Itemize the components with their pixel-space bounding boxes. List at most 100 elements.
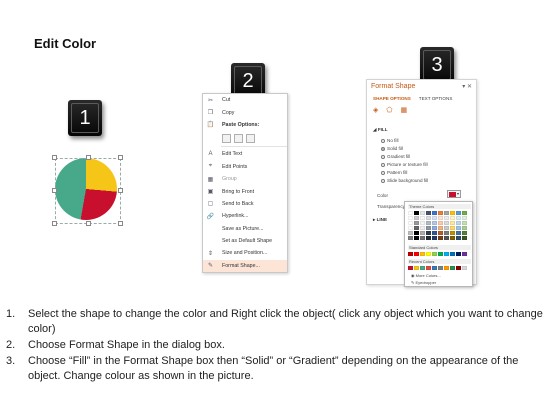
color-swatch[interactable] bbox=[408, 221, 413, 225]
fill-option-slide-background[interactable]: Slide background fill bbox=[381, 178, 428, 183]
color-swatch[interactable] bbox=[462, 226, 467, 230]
fill-option-no-fill[interactable]: No fill bbox=[381, 138, 399, 143]
tab-shape-options[interactable]: SHAPE OPTIONS bbox=[373, 96, 411, 101]
color-swatch[interactable] bbox=[462, 221, 467, 225]
color-swatch[interactable] bbox=[414, 252, 419, 256]
menu-item-bring-to-front[interactable]: ▣ Bring to Front bbox=[203, 185, 287, 197]
color-swatch[interactable] bbox=[444, 221, 449, 225]
eyedropper-option[interactable]: ✎ Eyedropper bbox=[411, 280, 436, 285]
color-swatch[interactable] bbox=[450, 221, 455, 225]
paste-picture-icon[interactable] bbox=[234, 133, 243, 143]
menu-item-cut[interactable]: ✂ Cut bbox=[203, 94, 287, 106]
menu-item-edit-text[interactable]: A Edit Text bbox=[203, 148, 287, 160]
menu-item-size-position[interactable]: ⇕ Size and Position... bbox=[203, 247, 287, 259]
color-swatch[interactable] bbox=[432, 266, 437, 270]
color-swatch[interactable] bbox=[420, 226, 425, 230]
color-swatch[interactable] bbox=[438, 266, 443, 270]
color-swatch[interactable] bbox=[438, 211, 443, 215]
color-swatch[interactable] bbox=[450, 236, 455, 240]
color-swatch[interactable] bbox=[432, 221, 437, 225]
color-swatch[interactable] bbox=[408, 236, 413, 240]
menu-item-send-to-back[interactable]: ▢ Send to Back bbox=[203, 198, 287, 210]
selection-handle[interactable] bbox=[52, 188, 57, 193]
color-swatch[interactable] bbox=[432, 226, 437, 230]
color-swatch[interactable] bbox=[426, 231, 431, 235]
menu-item-group[interactable]: ▦ Group bbox=[203, 173, 287, 185]
selection-handle[interactable] bbox=[86, 155, 91, 160]
color-swatch[interactable] bbox=[414, 226, 419, 230]
size-properties-icon[interactable]: ▦ bbox=[400, 106, 407, 114]
color-swatch[interactable] bbox=[408, 266, 413, 270]
menu-item-hyperlink[interactable]: 🔗 Hyperlink... bbox=[203, 210, 287, 222]
color-swatch[interactable] bbox=[420, 216, 425, 220]
selection-handle[interactable] bbox=[86, 221, 91, 226]
color-swatch[interactable] bbox=[438, 252, 443, 256]
color-swatch[interactable] bbox=[450, 216, 455, 220]
color-swatch[interactable] bbox=[420, 221, 425, 225]
paste-text-only-icon[interactable] bbox=[246, 133, 255, 143]
color-swatch[interactable] bbox=[450, 266, 455, 270]
color-swatch[interactable] bbox=[438, 221, 443, 225]
color-swatch[interactable] bbox=[426, 236, 431, 240]
fill-color-button[interactable]: ▾ bbox=[447, 190, 461, 198]
color-swatch[interactable] bbox=[438, 236, 443, 240]
color-swatch[interactable] bbox=[456, 221, 461, 225]
color-swatch[interactable] bbox=[462, 252, 467, 256]
color-swatch[interactable] bbox=[444, 211, 449, 215]
line-section-header[interactable]: ▸ LINE bbox=[373, 217, 387, 223]
color-swatch[interactable] bbox=[414, 236, 419, 240]
color-swatch[interactable] bbox=[408, 231, 413, 235]
menu-item-save-as-picture[interactable]: Save as Picture... bbox=[203, 223, 287, 235]
color-swatch[interactable] bbox=[408, 216, 413, 220]
menu-item-copy[interactable]: ❐ Copy bbox=[203, 106, 287, 118]
fill-option-solid[interactable]: Solid fill bbox=[381, 146, 403, 151]
color-swatch[interactable] bbox=[450, 226, 455, 230]
color-swatch[interactable] bbox=[426, 221, 431, 225]
color-swatch[interactable] bbox=[444, 231, 449, 235]
color-swatch[interactable] bbox=[456, 216, 461, 220]
color-swatch[interactable] bbox=[444, 216, 449, 220]
color-swatch[interactable] bbox=[420, 252, 425, 256]
color-swatch[interactable] bbox=[420, 211, 425, 215]
more-colors-option[interactable]: ◉ More Colors... bbox=[411, 273, 441, 278]
color-swatch[interactable] bbox=[414, 266, 419, 270]
fill-option-pattern[interactable]: Pattern fill bbox=[381, 170, 407, 175]
fill-option-gradient[interactable]: Gradient fill bbox=[381, 154, 410, 159]
fill-line-icon[interactable]: ◈ bbox=[373, 106, 378, 114]
selection-handle[interactable] bbox=[118, 188, 123, 193]
color-swatch[interactable] bbox=[450, 211, 455, 215]
color-swatch[interactable] bbox=[426, 211, 431, 215]
menu-item-edit-points[interactable]: ⌖ Edit Points bbox=[203, 161, 287, 173]
color-swatch[interactable] bbox=[432, 252, 437, 256]
color-swatch[interactable] bbox=[432, 216, 437, 220]
color-swatch[interactable] bbox=[420, 236, 425, 240]
tab-text-options[interactable]: TEXT OPTIONS bbox=[419, 96, 453, 101]
color-swatch[interactable] bbox=[432, 231, 437, 235]
color-swatch[interactable] bbox=[432, 211, 437, 215]
menu-item-set-default-shape[interactable]: Set as Default Shape bbox=[203, 235, 287, 247]
color-swatch[interactable] bbox=[408, 211, 413, 215]
paste-keep-source-icon[interactable] bbox=[222, 133, 231, 143]
color-swatch[interactable] bbox=[456, 211, 461, 215]
color-swatch[interactable] bbox=[456, 236, 461, 240]
color-swatch[interactable] bbox=[462, 236, 467, 240]
color-swatch[interactable] bbox=[414, 231, 419, 235]
color-swatch[interactable] bbox=[414, 216, 419, 220]
color-swatch[interactable] bbox=[438, 216, 443, 220]
color-swatch[interactable] bbox=[456, 231, 461, 235]
color-swatch[interactable] bbox=[414, 221, 419, 225]
color-swatch[interactable] bbox=[444, 252, 449, 256]
color-swatch[interactable] bbox=[444, 266, 449, 270]
effects-icon[interactable]: ⬠ bbox=[386, 106, 392, 114]
color-swatch[interactable] bbox=[426, 216, 431, 220]
color-swatch[interactable] bbox=[450, 231, 455, 235]
color-swatch[interactable] bbox=[438, 231, 443, 235]
color-swatch[interactable] bbox=[450, 252, 455, 256]
color-swatch[interactable] bbox=[408, 252, 413, 256]
menu-item-format-shape[interactable]: ✎ Format Shape... bbox=[203, 259, 287, 273]
color-swatch[interactable] bbox=[462, 266, 467, 270]
fill-section-header[interactable]: ◢ FILL bbox=[373, 127, 388, 133]
color-swatch[interactable] bbox=[462, 216, 467, 220]
color-swatch[interactable] bbox=[432, 236, 437, 240]
selection-handle[interactable] bbox=[52, 221, 57, 226]
